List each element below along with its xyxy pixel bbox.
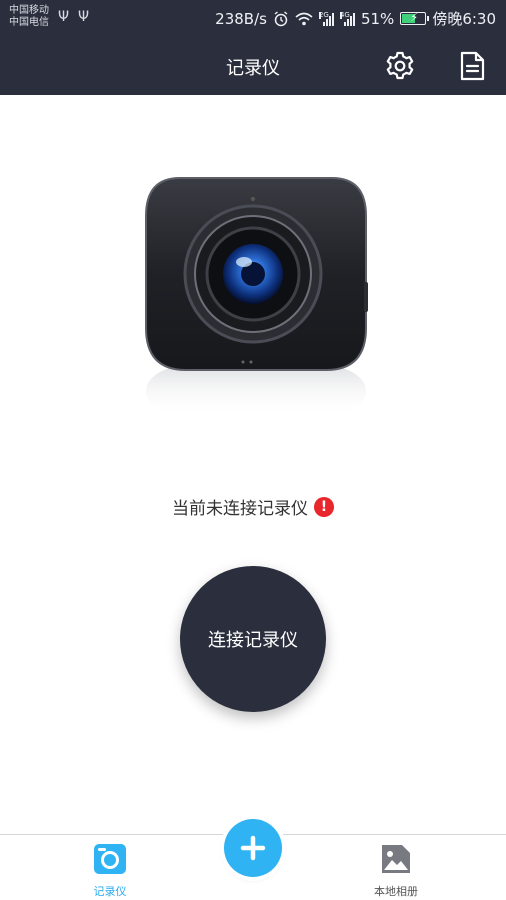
connection-status: 当前未连接记录仪 ! — [0, 494, 506, 519]
page-title: 记录仪 — [226, 58, 280, 79]
gallery-icon — [382, 845, 410, 873]
top-bar: 记录仪 — [0, 36, 506, 95]
nav-label-dashcam: 记录仪 — [93, 885, 127, 898]
nav-label-album: 本地相册 — [374, 885, 418, 898]
plus-icon — [240, 835, 266, 861]
signal-icon: 4G — [339, 10, 355, 26]
wifi-icon — [295, 12, 313, 25]
battery-percent: 51% — [360, 9, 395, 28]
gear-icon[interactable] — [384, 50, 416, 82]
document-icon[interactable] — [456, 50, 488, 82]
status-bar: 中国移动 中国电信 Ψ Ψ 238B/s 2G 4G 51% ⚡ 傍晚6:30 — [0, 0, 506, 36]
dashcam-image — [145, 177, 368, 416]
carrier-info: 中国移动 中国电信 — [9, 5, 49, 29]
signal-tag: 4G — [339, 10, 350, 19]
status-right: 238B/s 2G 4G 51% ⚡ 傍晚6:30 — [215, 8, 496, 29]
nav-item-dashcam[interactable]: 记录仪 — [65, 843, 155, 899]
connect-button-label: 连接记录仪 — [208, 630, 298, 651]
alarm-icon — [274, 10, 288, 26]
camera-icon — [94, 844, 126, 874]
usb-icon: Ψ — [58, 9, 70, 25]
exclamation-icon: ! — [314, 496, 334, 517]
nav-item-album[interactable]: 本地相册 — [351, 843, 441, 899]
carrier-1: 中国移动 — [9, 5, 49, 16]
clock: 傍晚6:30 — [432, 10, 496, 28]
battery-icon: ⚡ — [400, 11, 430, 25]
add-button[interactable] — [224, 819, 282, 877]
carrier-2: 中国电信 — [9, 17, 49, 28]
network-speed: 238B/s — [215, 9, 267, 28]
signal-tag: 2G — [318, 10, 329, 19]
status-message: 当前未连接记录仪 — [172, 499, 308, 519]
connect-button[interactable]: 连接记录仪 — [180, 566, 326, 712]
signal-icon: 2G — [318, 10, 334, 26]
usb-icon: Ψ — [78, 9, 90, 25]
